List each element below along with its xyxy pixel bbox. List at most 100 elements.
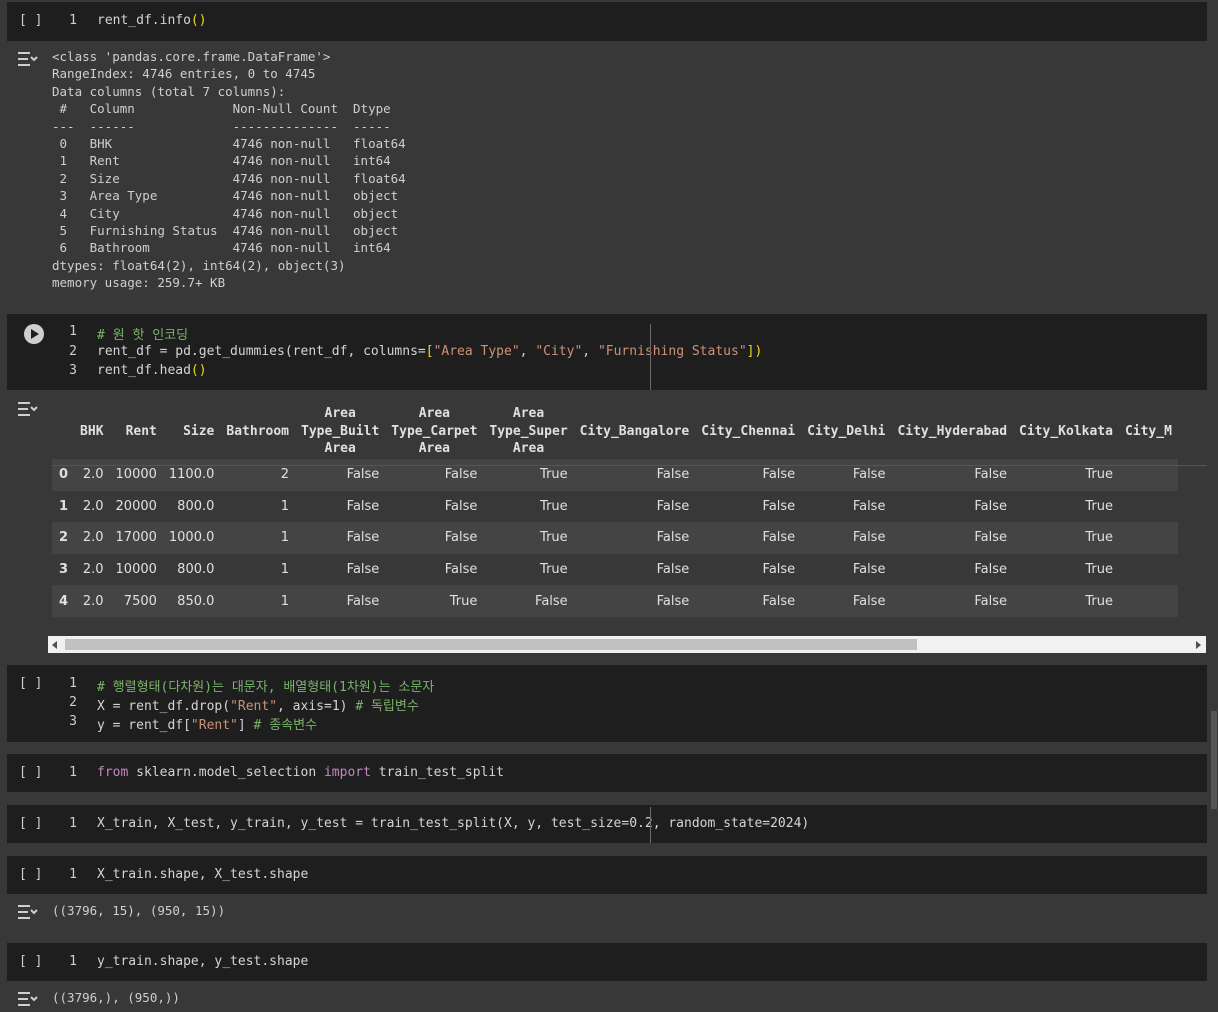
scroll-thumb[interactable] <box>65 639 917 650</box>
code-keyword: import <box>323 765 371 780</box>
code-string: "Rent" <box>190 718 238 733</box>
table-cell: False <box>656 530 690 546</box>
info-output: <class 'pandas.core.frame.DataFrame'> Ran… <box>52 48 406 292</box>
header-city-hyderabad: City_Hyderabad <box>897 423 1008 439</box>
table-cell: 1100.0 <box>168 467 215 483</box>
table-cell-truncated <box>1119 585 1178 617</box>
code-bracket: [ <box>425 344 434 359</box>
table-cell: False <box>346 562 380 578</box>
table-cell: False <box>444 498 478 514</box>
cell-exec-count[interactable]: [ ] <box>19 765 42 780</box>
table-cell: True <box>540 498 568 514</box>
header-size: Size <box>183 423 215 439</box>
table-row: 2 2.0 17000 1000.0 1 False False True False False… <box>52 522 1178 554</box>
table-cell: False <box>974 467 1008 483</box>
header-divider <box>52 465 1207 466</box>
cell-exec-count[interactable]: [ ] <box>19 867 42 882</box>
code-cell-onehot[interactable]: 1 2 3 # 원 핫 인코딩 rent_df = pd.get_dummies… <box>7 314 1207 390</box>
header-bhk: BHK <box>80 423 104 439</box>
line-number: 2 <box>69 344 77 359</box>
code-line[interactable]: X = rent_df.drop("Rent", axis=1) # 독립변수 <box>97 695 419 714</box>
scroll-left-icon[interactable] <box>52 641 57 649</box>
code-cell-x-shape[interactable]: [ ] 1 X_train.shape, X_test.shape <box>7 856 1207 894</box>
code-text: , <box>519 344 536 359</box>
table-cell: 2 <box>280 467 290 483</box>
code-cell-train-test-split[interactable]: [ ] 1 X_train, X_test, y_train, y_test =… <box>7 805 1207 843</box>
header-rent: Rent <box>125 423 157 439</box>
header-area-built: Area Type_Built Area <box>301 406 380 457</box>
x-shape-output: ((3796, 15), (950, 15)) <box>52 903 226 918</box>
table-cell-truncated <box>1119 491 1178 523</box>
code-line[interactable]: rent_df.head() <box>97 363 207 378</box>
code-line[interactable]: y_train.shape, y_test.shape <box>97 954 308 969</box>
table-cell-truncated <box>1119 554 1178 586</box>
row-index: 3 <box>59 562 69 578</box>
table-cell: False <box>346 593 380 609</box>
output-toggle-icon[interactable] <box>17 50 39 68</box>
y-shape-output: ((3796,), (950,)) <box>52 990 180 1005</box>
header-area-carpet: Area Type_Carpet Area <box>391 406 478 457</box>
table-cell: 1 <box>280 498 290 514</box>
header-city-chennai: City_Chennai <box>701 423 796 439</box>
horizontal-scrollbar[interactable] <box>48 636 1206 653</box>
table-cell: False <box>346 498 380 514</box>
code-text: , <box>582 344 598 359</box>
output-toggle-icon[interactable] <box>17 400 39 418</box>
info-output-line: 4 City 4746 non-null object <box>52 205 406 221</box>
code-cell-info[interactable]: [ ] 1 rent_df.info() <box>7 2 1207 41</box>
cell-exec-count[interactable]: [ ] <box>19 676 42 691</box>
cell-exec-count[interactable]: [ ] <box>19 954 42 969</box>
info-output-line: Data columns (total 7 columns): <box>52 83 286 99</box>
table-cell: False <box>444 467 478 483</box>
code-comment: # 원 핫 인코딩 <box>97 328 189 343</box>
output-toggle-icon[interactable] <box>17 990 39 1008</box>
table-cell: True <box>1085 498 1113 514</box>
ruler-line <box>650 807 651 843</box>
code-line[interactable]: rent_df.info() <box>97 13 207 28</box>
table-cell: 2.0 <box>82 530 104 546</box>
code-text: train_test_split <box>370 765 505 780</box>
code-line[interactable]: X_train.shape, X_test.shape <box>97 867 308 882</box>
table-row: 4 2.0 7500 850.0 1 False True False False False Fa… <box>52 585 1178 617</box>
code-string: "Furnishing Status" <box>597 344 747 359</box>
table-cell-truncated <box>1119 459 1178 491</box>
code-line[interactable]: X_train, X_test, y_train, y_test = train… <box>97 816 809 831</box>
row-index: 1 <box>59 498 69 514</box>
table-cell: 800.0 <box>177 562 215 578</box>
code-line[interactable]: from sklearn.model_selection import trai… <box>97 765 504 780</box>
code-text: rent_df = pd.get_dummies(rent_df, column… <box>97 344 426 359</box>
code-cell-import[interactable]: [ ] 1 from sklearn.model_selection impor… <box>7 754 1207 792</box>
vertical-scrollbar[interactable] <box>1211 711 1217 809</box>
table-cell: 1000.0 <box>168 530 215 546</box>
code-line[interactable]: rent_df = pd.get_dummies(rent_df, column… <box>97 344 762 359</box>
line-number: 3 <box>69 363 77 378</box>
header-index <box>52 404 74 459</box>
header-city-delhi: City_Delhi <box>807 423 886 439</box>
table-cell: False <box>346 467 380 483</box>
cell-exec-count[interactable]: [ ] <box>19 13 42 28</box>
line-number: 2 <box>69 695 77 710</box>
table-cell: True <box>449 593 478 609</box>
table-cell-truncated <box>1119 522 1178 554</box>
info-output-line: --- ------ -------------- ----- <box>52 118 406 134</box>
dataframe-table: BHK Rent Size Bathroom Area Type_Built Are… <box>52 404 1178 617</box>
info-output-line: 5 Furnishing Status 4746 non-null object <box>52 223 406 239</box>
table-cell: 10000 <box>115 562 157 578</box>
cell-exec-count[interactable]: [ ] <box>19 816 42 831</box>
code-line[interactable]: y = rent_df["Rent"] # 종속변수 <box>97 714 317 733</box>
code-text: y = rent_df[ <box>97 718 191 733</box>
table-cell: False <box>762 530 796 546</box>
play-icon[interactable] <box>24 324 44 344</box>
code-cell-split-xy[interactable]: [ ] 1 2 3 # 행렬형태(다차원)는 대문자, 배열형태(1차원)는 소… <box>7 665 1207 742</box>
code-cell-y-shape[interactable]: [ ] 1 y_train.shape, y_test.shape <box>7 943 1207 981</box>
line-number: 1 <box>69 765 77 780</box>
line-number: 1 <box>69 13 77 28</box>
table-cell: True <box>1085 530 1113 546</box>
scroll-right-icon[interactable] <box>1196 641 1201 649</box>
header-city-bangalore: City_Bangalore <box>579 423 690 439</box>
code-comment: # 독립변수 <box>355 699 419 714</box>
output-toggle-icon[interactable] <box>17 903 39 921</box>
code-bracket: ]) <box>746 344 763 359</box>
line-number: 1 <box>69 816 77 831</box>
code-paren: () <box>190 13 207 28</box>
